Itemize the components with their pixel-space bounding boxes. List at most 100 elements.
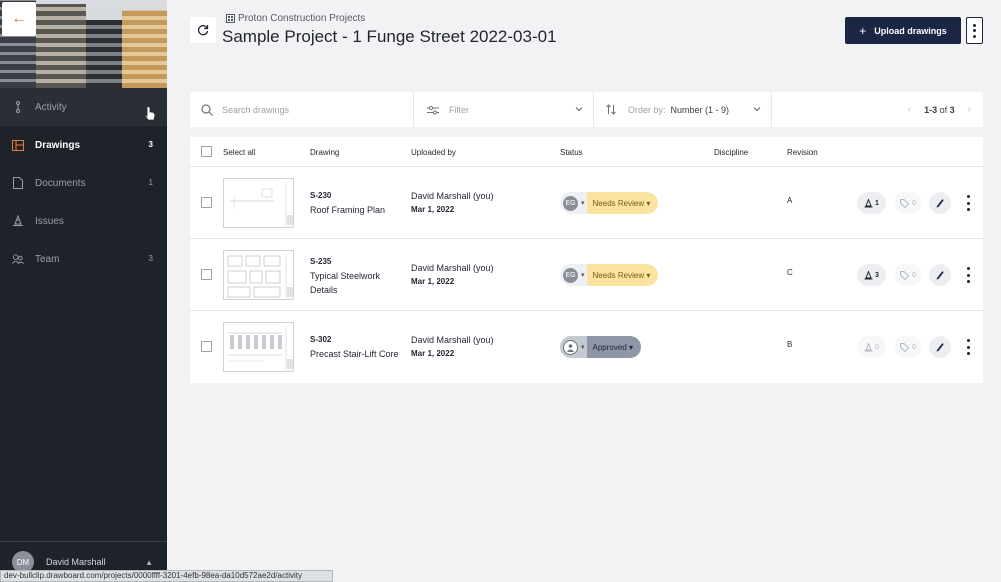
assignee-select[interactable]: ▾ [560,336,587,358]
activity-icon [12,101,24,113]
page-title: Sample Project - 1 Funge Street 2022-03-… [222,27,557,46]
drawings-table: Select all Drawing Uploaded by Status Di… [190,137,983,383]
search-box [190,92,414,127]
row-checkbox[interactable] [201,269,212,280]
drawing-name[interactable]: Roof Framing Plan [310,203,385,217]
status-control[interactable]: ▾ Approved ▾ [560,336,642,358]
drawings-toolbar: Filter Order by: Number (1 - 9) ‹ 1-3 of… [190,92,983,127]
column-header-status: Status [560,148,583,157]
sidebar-item-team[interactable]: Team 3 [0,240,167,278]
pen-icon [936,343,944,352]
assignee-select[interactable]: EG ▾ [560,192,587,214]
drawings-icon [12,139,24,151]
drawing-code[interactable]: S-235 [310,255,331,269]
row-more-button[interactable] [965,339,971,355]
sidebar-item-count: 3 [148,140,153,149]
chevron-down-icon [753,107,761,112]
page-range: 1-3 [924,104,938,115]
page-indicator: 1-3 of 3 [924,105,955,115]
table-row[interactable]: S-235 Typical Steelwork Details David Ma… [190,239,983,311]
sort-arrows-icon [606,104,616,115]
issues-button[interactable]: 3 [857,264,886,286]
drawing-name[interactable]: Precast Stair-Lift Core [310,347,399,361]
chevron-left-icon[interactable]: ‹ [908,104,911,115]
pen-icon [936,199,944,208]
sidebar-item-label: Drawings [35,139,81,151]
sidebar-item-issues[interactable]: Issues [0,202,167,240]
markup-button[interactable] [929,192,951,214]
drawing-name[interactable]: Typical Steelwork Details [310,269,400,297]
sidebar-item-drawings[interactable]: Drawings 3 [0,126,167,164]
row-checkbox[interactable] [201,197,212,208]
drawing-code[interactable]: S-230 [310,189,331,203]
refresh-icon [197,25,209,36]
order-by-dropdown[interactable]: Order by: Number (1 - 9) [594,92,772,127]
status-badge[interactable]: Needs Review ▾ [586,192,659,214]
row-more-button[interactable] [965,267,971,283]
drawing-code[interactable]: S-302 [310,333,331,347]
issues-count: 1 [875,199,879,207]
row-checkbox[interactable] [201,341,212,352]
tags-button[interactable]: 0 [894,264,922,286]
user-name: David Marshall [46,557,106,567]
markup-button[interactable] [929,264,951,286]
uploader-name: David Marshall (you) [411,263,494,273]
drawing-thumbnail[interactable] [223,322,294,372]
building-icon [226,14,235,23]
column-header-uploaded-by: Uploaded by [411,148,456,157]
row-more-button[interactable] [965,195,971,211]
traffic-cone-icon [864,270,873,279]
table-row[interactable]: S-230 Roof Framing Plan David Marshall (… [190,167,983,239]
status-badge[interactable]: Needs Review ▾ [586,264,659,286]
status-control[interactable]: EG ▾ Needs Review ▾ [560,192,659,214]
tag-icon [900,270,910,280]
drawing-thumbnail[interactable] [223,250,294,300]
refresh-button[interactable] [190,17,216,43]
back-button[interactable]: ← [2,2,36,36]
chevron-up-icon: ▲ [145,558,153,567]
drawing-thumbnail[interactable] [223,178,294,228]
status-badge[interactable]: Approved ▾ [586,336,642,358]
issues-button[interactable]: 0 [857,336,886,358]
sidebar-item-documents[interactable]: Documents 1 [0,164,167,202]
project-cover-image: ← [0,0,167,88]
breadcrumb-org: Proton Construction Projects [238,13,366,24]
filter-dropdown[interactable]: Filter [414,92,594,127]
status-control[interactable]: EG ▾ Needs Review ▾ [560,264,659,286]
documents-icon [12,177,24,189]
sidebar-item-label: Team [35,253,60,265]
upload-drawings-button[interactable]: + Upload drawings [845,17,961,44]
order-by-label: Order by: [628,104,666,115]
breadcrumb[interactable]: Proton Construction Projects [226,13,365,24]
column-header-select-all[interactable]: Select all [223,148,255,157]
filter-label: Filter [449,104,469,115]
upload-date: Mar 1, 2022 [411,277,455,286]
search-input[interactable] [222,104,402,115]
tags-count: 0 [912,271,916,279]
sidebar-item-label: Activity [35,101,67,113]
plus-icon: + [859,23,867,38]
column-header-drawing: Drawing [310,148,340,157]
issues-button[interactable]: 1 [857,192,886,214]
table-header: Select all Drawing Uploaded by Status Di… [190,137,983,167]
page-of: of [939,104,948,115]
chevron-right-icon[interactable]: › [968,104,971,115]
sidebar-item-label: Issues [35,215,64,227]
more-options-button[interactable] [966,17,983,44]
assignee-select[interactable]: EG ▾ [560,264,587,286]
column-header-revision: Revision [787,148,818,157]
tags-button[interactable]: 0 [894,192,922,214]
markup-button[interactable] [929,336,951,358]
sidebar-nav: Activity Drawings 3 Documents 1 Issues T… [0,88,167,278]
chevron-down-icon: ▾ [581,272,585,279]
select-all-checkbox[interactable] [201,146,212,157]
sidebar: ← Activity Drawings 3 Documents 1 Issues… [0,0,167,582]
tags-count: 0 [912,199,916,207]
uploader-name: David Marshall (you) [411,335,494,345]
team-icon [12,253,24,265]
table-row[interactable]: S-302 Precast Stair-Lift Core David Mars… [190,311,983,383]
sidebar-item-activity[interactable]: Activity [0,88,167,126]
upload-date: Mar 1, 2022 [411,349,455,358]
tags-button[interactable]: 0 [894,336,922,358]
traffic-cone-icon [864,342,873,351]
